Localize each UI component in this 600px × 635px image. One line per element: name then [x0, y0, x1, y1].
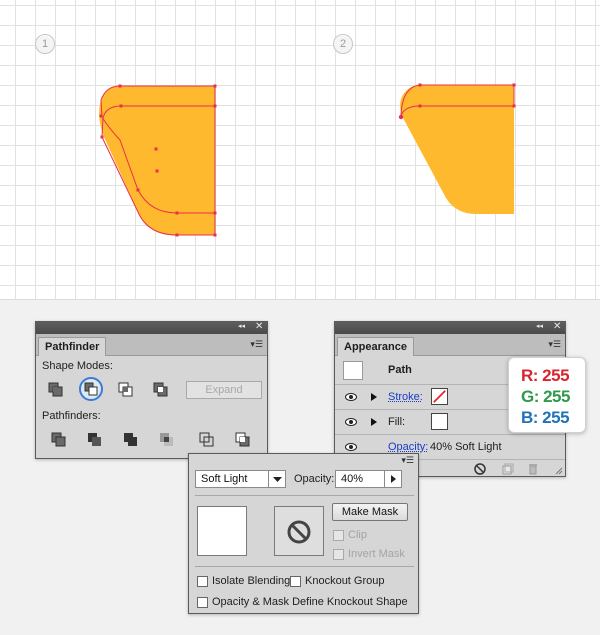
divide-icon[interactable] [48, 429, 70, 449]
knockout-group-label: Knockout Group [305, 575, 385, 587]
artboard-canvas: 1 2 [0, 0, 600, 300]
collapse-icon[interactable]: ◂◂ [536, 321, 543, 333]
path-thumbnail [343, 361, 363, 380]
opacity-value: 40% Soft Light [430, 441, 502, 453]
exclude-icon[interactable] [150, 379, 172, 399]
transparency-panel: ▾☰ Soft Light Opacity: 40% Make Mask Cli… [188, 453, 419, 614]
shapes-artwork [99, 83, 516, 237]
eye-icon[interactable] [345, 393, 357, 401]
isolate-blending-checkbox[interactable] [197, 576, 208, 587]
invert-mask-checkbox[interactable] [333, 549, 344, 560]
unite-icon[interactable] [45, 379, 67, 399]
opacity-label: Opacity: [294, 473, 335, 485]
invert-mask-label: Invert Mask [348, 548, 405, 560]
mask-thumbnail[interactable] [274, 506, 324, 556]
green-value: G: 255 [521, 387, 570, 406]
make-mask-button[interactable]: Make Mask [332, 503, 408, 521]
resize-grip-icon[interactable] [555, 467, 563, 475]
chevron-down-icon[interactable] [268, 471, 285, 487]
opacity-mask-knockout-label: Opacity & Mask Define Knockout Shape [212, 596, 408, 608]
outline-icon[interactable] [196, 429, 218, 449]
fill-swatch[interactable] [431, 413, 448, 430]
red-value: R: 255 [521, 366, 570, 385]
crop-icon[interactable] [156, 429, 178, 449]
minus-front-icon[interactable] [78, 377, 104, 401]
tab-pathfinder[interactable]: Pathfinder [38, 337, 107, 356]
trim-icon[interactable] [84, 429, 106, 449]
close-icon[interactable]: ✕ [553, 321, 561, 333]
fill-label: Fill: [388, 416, 406, 428]
pathfinder-panel: ◂◂ ✕ Pathfinder ▾☰ Shape Modes: Expand P… [35, 321, 268, 459]
tab-appearance[interactable]: Appearance [337, 337, 414, 356]
knockout-group-checkbox[interactable] [290, 576, 301, 587]
delete-item-icon[interactable] [527, 463, 539, 475]
expand-triangle-icon[interactable] [371, 393, 377, 401]
chevron-right-icon[interactable] [384, 471, 401, 487]
opacity-input-value: 40% [341, 473, 364, 485]
blend-mode-value: Soft Light [201, 473, 248, 485]
no-mask-icon [287, 520, 311, 544]
divider [195, 566, 414, 567]
stroke-label[interactable]: Stroke: [388, 391, 423, 403]
panel-menu-icon[interactable]: ▾☰ [250, 339, 263, 350]
eye-icon[interactable] [345, 418, 357, 426]
pathfinder-tabrow: Pathfinder ▾☰ [36, 334, 267, 356]
opacity-input[interactable]: 40% [335, 470, 402, 488]
minus-back-icon[interactable] [232, 429, 254, 449]
duplicate-item-icon[interactable] [502, 463, 514, 475]
path-label: Path [388, 364, 412, 376]
divider [195, 495, 414, 496]
stroke-none-swatch[interactable] [431, 388, 448, 405]
intersect-icon[interactable] [115, 379, 137, 399]
shape-2-body [400, 85, 514, 214]
clear-appearance-icon[interactable] [474, 463, 486, 475]
close-icon[interactable]: ✕ [255, 321, 263, 333]
expand-button[interactable]: Expand [186, 381, 262, 399]
object-thumbnail[interactable] [197, 506, 247, 556]
panel-menu-icon[interactable]: ▾☰ [401, 455, 414, 466]
blend-mode-dropdown[interactable]: Soft Light [195, 470, 286, 488]
opacity-mask-knockout-checkbox[interactable] [197, 597, 208, 608]
clip-checkbox[interactable] [333, 530, 344, 541]
clip-label: Clip [348, 529, 367, 541]
expand-triangle-icon[interactable] [371, 418, 377, 426]
pathfinder-titlebar[interactable]: ◂◂ ✕ [36, 321, 267, 334]
opacity-label[interactable]: Opacity: [388, 441, 428, 453]
pathfinders-label: Pathfinders: [42, 410, 101, 422]
merge-icon[interactable] [120, 429, 142, 449]
rgb-color-callout: R: 255 G: 255 B: 255 [508, 357, 586, 433]
panel-menu-icon[interactable]: ▾☰ [548, 339, 561, 350]
blue-value: B: 255 [521, 408, 570, 427]
shape-modes-label: Shape Modes: [42, 360, 113, 372]
collapse-icon[interactable]: ◂◂ [238, 321, 245, 333]
isolate-blending-label: Isolate Blending [212, 575, 291, 587]
appearance-titlebar[interactable]: ◂◂ ✕ [335, 321, 565, 334]
appearance-tabrow: Appearance ▾☰ [335, 334, 565, 356]
eye-icon[interactable] [345, 443, 357, 451]
